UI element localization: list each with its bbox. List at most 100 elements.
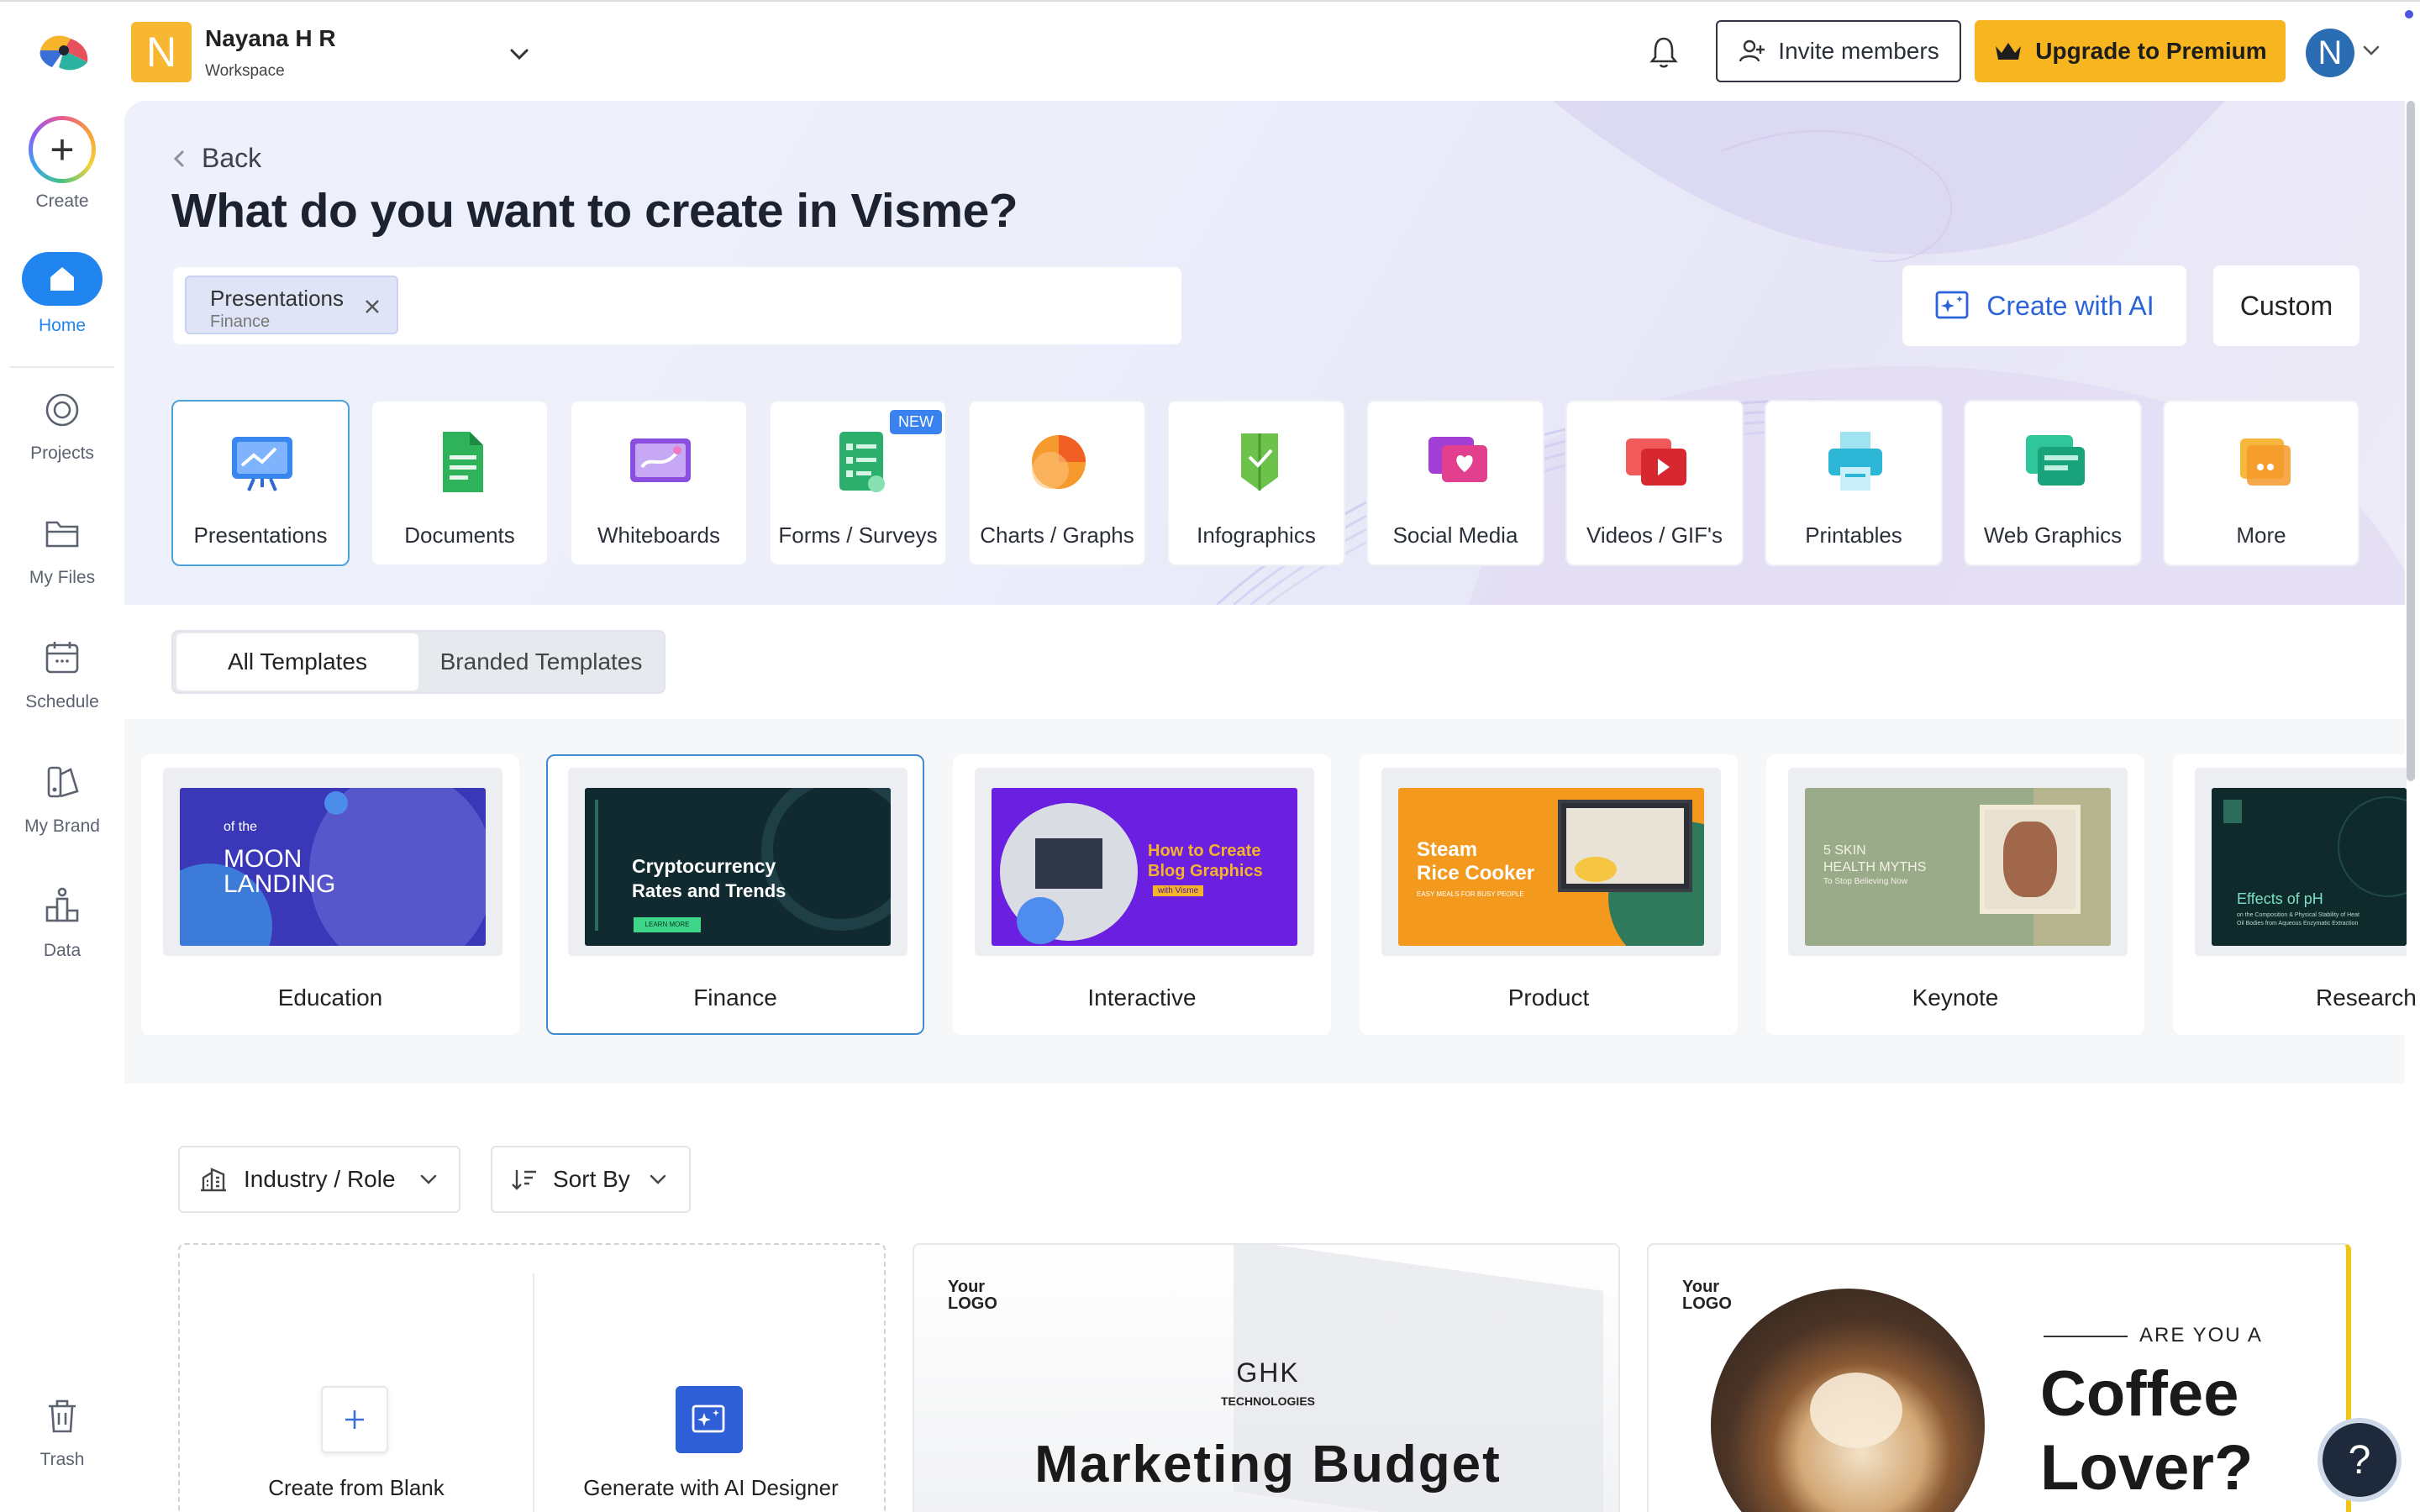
printer-icon bbox=[1828, 432, 1882, 491]
create-ring-icon: + bbox=[29, 116, 96, 183]
user-avatar[interactable]: N bbox=[2306, 29, 2354, 77]
sidebar-item-label: My Brand bbox=[24, 816, 100, 836]
sidebar-item-label: Home bbox=[38, 316, 87, 335]
template-card-coffee-lover[interactable]: Your LOGO ARE YOU A Coffee Lover? bbox=[1647, 1243, 2351, 1512]
form-icon bbox=[839, 432, 885, 492]
subcategory-education[interactable]: of the MOON LANDING Education bbox=[141, 754, 519, 1035]
subcategory-keynote[interactable]: 5 SKIN HEALTH MYTHS To Stop Believing No… bbox=[1766, 754, 2144, 1035]
ai-sparkle-icon bbox=[1935, 291, 1969, 319]
sidebar-item-label: Data bbox=[43, 941, 82, 960]
create-from-blank-label: Create from Blank bbox=[268, 1475, 445, 1500]
subcategory-research[interactable]: Effects of pH on the Composition & Physi… bbox=[2173, 754, 2417, 1035]
thumb-text: Cryptocurrency bbox=[632, 855, 776, 877]
help-button[interactable]: ? bbox=[2323, 1423, 2396, 1497]
filter-chip[interactable]: Presentations Finance bbox=[185, 276, 398, 334]
template-card-marketing-budget[interactable]: Your LOGO GHK TECHNOLOGIES Marketing Bud… bbox=[913, 1243, 1620, 1512]
social-icon bbox=[1428, 437, 1487, 482]
subcategory-thumbnail: 5 SKIN HEALTH MYTHS To Stop Believing No… bbox=[1788, 768, 2128, 956]
back-label: Back bbox=[202, 143, 262, 173]
crown-icon bbox=[1996, 43, 2022, 60]
thumb-text: Rice Cooker bbox=[1417, 862, 1535, 885]
thumb-text: of the bbox=[224, 820, 258, 834]
sort-icon bbox=[512, 1170, 536, 1190]
chevron-down-icon[interactable] bbox=[2360, 39, 2383, 62]
create-with-ai-button[interactable]: Create with AI bbox=[1902, 265, 2186, 346]
sidebar-item-create[interactable]: + Create bbox=[0, 116, 124, 212]
category-web-graphics[interactable]: Web Graphics bbox=[1964, 400, 2142, 566]
category-label: Videos / GIF's bbox=[1586, 522, 1723, 548]
category-more[interactable]: More bbox=[2163, 400, 2360, 566]
category-label: Charts / Graphs bbox=[980, 522, 1134, 548]
blank-start-card: Create from Blank Generate with AI Desig… bbox=[178, 1243, 886, 1512]
create-with-ai-label: Create with AI bbox=[1986, 290, 2154, 321]
category-label: Whiteboards bbox=[597, 522, 720, 548]
sidebar-item-projects[interactable]: Projects bbox=[0, 385, 124, 464]
category-presentations[interactable]: Presentations bbox=[171, 400, 350, 566]
category-whiteboards[interactable]: Whiteboards bbox=[570, 400, 748, 566]
chip-sub-label: Finance bbox=[210, 312, 271, 331]
upgrade-premium-label: Upgrade to Premium bbox=[2035, 38, 2267, 64]
upgrade-premium-button[interactable]: Upgrade to Premium bbox=[1975, 20, 2286, 82]
generate-ai-designer-button[interactable]: Generate with AI Designer bbox=[534, 1245, 887, 1512]
data-icon bbox=[45, 887, 79, 922]
category-label: Infographics bbox=[1197, 522, 1316, 548]
category-label: Social Media bbox=[1392, 522, 1518, 548]
category-printables[interactable]: Printables bbox=[1765, 400, 1943, 566]
workspace-avatar[interactable]: N bbox=[131, 22, 192, 82]
top-bar: N Nayana H R Workspace Invite members Up… bbox=[0, 0, 2420, 101]
category-forms-surveys[interactable]: NEW Forms / Surveys bbox=[769, 400, 947, 566]
sidebar-item-my-brand[interactable]: My Brand bbox=[0, 758, 124, 837]
template-company-sub: TECHNOLOGIES bbox=[1220, 1394, 1315, 1408]
plus-icon bbox=[321, 1386, 388, 1453]
sort-by-label: Sort By bbox=[553, 1166, 630, 1192]
bell-icon[interactable] bbox=[1647, 34, 1681, 71]
sidebar: + Create Home Projects My Files Schedule bbox=[0, 101, 124, 1512]
subcategory-thumbnail: Effects of pH on the Composition & Physi… bbox=[2195, 768, 2407, 956]
visme-logo[interactable] bbox=[34, 25, 94, 76]
category-charts-graphs[interactable]: Charts / Graphs bbox=[968, 400, 1146, 566]
subcategory-interactive[interactable]: How to Create Blog Graphics with Visme I… bbox=[953, 754, 1331, 1035]
category-videos-gifs[interactable]: Videos / GIF's bbox=[1565, 400, 1744, 566]
category-infographics[interactable]: Infographics bbox=[1167, 400, 1345, 566]
building-icon bbox=[201, 1168, 226, 1192]
category-documents[interactable]: Documents bbox=[371, 400, 549, 566]
custom-size-button[interactable]: Custom bbox=[2213, 265, 2360, 346]
projects-icon bbox=[45, 393, 79, 427]
chevron-down-icon[interactable] bbox=[504, 39, 534, 69]
close-icon[interactable] bbox=[361, 296, 383, 318]
document-icon bbox=[443, 432, 483, 492]
tab-branded-templates[interactable]: Branded Templates bbox=[420, 633, 662, 690]
subcategory-label: Finance bbox=[693, 984, 777, 1011]
sidebar-item-my-files[interactable]: My Files bbox=[0, 509, 124, 588]
workspace-name[interactable]: Nayana H R bbox=[205, 25, 336, 52]
industry-role-dropdown[interactable]: Industry / Role bbox=[178, 1146, 460, 1213]
subcategory-thumbnail: Cryptocurrency Rates and Trends LEARN MO… bbox=[568, 768, 908, 956]
subcategory-label: Product bbox=[1507, 984, 1590, 1011]
template-title: Marketing Budget bbox=[1034, 1436, 1502, 1494]
brand-icon bbox=[47, 766, 79, 798]
sort-by-dropdown[interactable]: Sort By bbox=[491, 1146, 691, 1213]
subcategory-product[interactable]: Steam Rice Cooker EASY MEALS FOR BUSY PE… bbox=[1360, 754, 1738, 1035]
subcategory-thumbnail: of the MOON LANDING bbox=[163, 768, 502, 956]
back-link[interactable]: Back bbox=[171, 143, 261, 174]
subcategory-thumbnail: How to Create Blog Graphics with Visme bbox=[975, 768, 1314, 956]
scrollbar[interactable] bbox=[2407, 101, 2415, 781]
home-icon bbox=[22, 252, 103, 306]
subcategory-finance[interactable]: Cryptocurrency Rates and Trends LEARN MO… bbox=[546, 754, 924, 1035]
tab-all-templates[interactable]: All Templates bbox=[176, 633, 418, 690]
sidebar-item-home[interactable]: Home bbox=[0, 252, 124, 336]
thumb-text: Blog Graphics bbox=[1148, 862, 1263, 880]
calendar-icon bbox=[45, 642, 79, 674]
invite-members-label: Invite members bbox=[1778, 38, 1939, 64]
sidebar-item-schedule[interactable]: Schedule bbox=[0, 633, 124, 712]
invite-members-button[interactable]: Invite members bbox=[1716, 20, 1961, 82]
sidebar-item-trash[interactable]: Trash bbox=[0, 1391, 124, 1470]
create-from-blank-button[interactable]: Create from Blank bbox=[180, 1245, 533, 1512]
sidebar-item-data[interactable]: Data bbox=[0, 882, 124, 961]
kicker-line bbox=[2044, 1336, 2128, 1337]
category-search-input[interactable]: Presentations Finance bbox=[173, 267, 1181, 344]
category-social-media[interactable]: Social Media bbox=[1366, 400, 1544, 566]
category-label: Presentations bbox=[193, 522, 328, 548]
folder-icon bbox=[45, 521, 79, 548]
web-graphics-icon bbox=[2026, 435, 2085, 486]
